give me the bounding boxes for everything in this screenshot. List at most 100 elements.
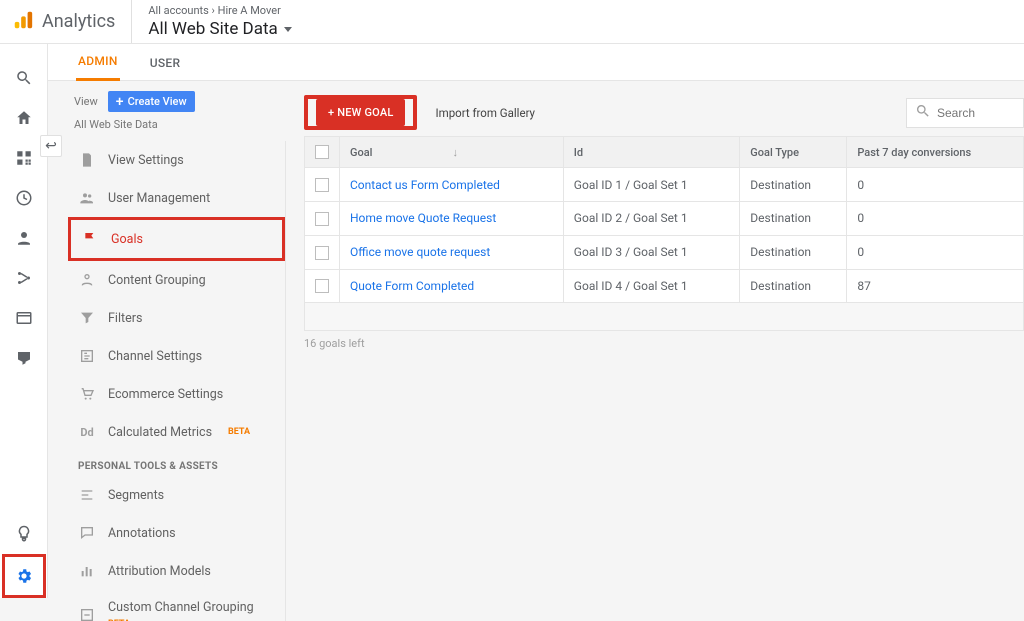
channel-icon <box>78 606 96 621</box>
goal-link[interactable]: Quote Form Completed <box>340 269 564 303</box>
search-icon <box>915 103 931 123</box>
table-row: Quote Form Completed Goal ID 4 / Goal Se… <box>305 269 1024 303</box>
menu-ecommerce-settings[interactable]: Ecommerce Settings <box>68 375 285 413</box>
tab-admin[interactable]: ADMIN <box>76 44 120 81</box>
search-input[interactable] <box>937 106 1017 120</box>
tab-user[interactable]: USER <box>148 46 183 80</box>
channel-icon <box>78 347 96 365</box>
nav-behavior[interactable] <box>0 298 48 338</box>
create-view-button[interactable]: + Create View <box>108 91 195 112</box>
col-id[interactable]: Id <box>563 137 740 168</box>
goal-id: Goal ID 3 / Goal Set 1 <box>563 235 740 269</box>
menu-label: Goals <box>111 232 143 247</box>
new-goal-button[interactable]: + NEW GOAL <box>316 99 405 126</box>
breadcrumb-accounts[interactable]: All accounts <box>148 4 208 17</box>
menu-filters[interactable]: Filters <box>68 299 285 337</box>
menu-view-settings[interactable]: View Settings <box>68 141 285 179</box>
import-from-gallery-link[interactable]: Import from Gallery <box>435 106 535 120</box>
menu-label: User Management <box>108 191 210 206</box>
goal-type: Destination <box>740 201 847 235</box>
menu-channel-settings[interactable]: Channel Settings <box>68 337 285 375</box>
table-row: Contact us Form Completed Goal ID 1 / Go… <box>305 168 1024 202</box>
row-checkbox[interactable] <box>315 246 329 260</box>
goal-conversions: 0 <box>847 168 1024 202</box>
select-all-checkbox[interactable] <box>315 145 329 159</box>
row-checkbox[interactable] <box>315 212 329 226</box>
menu-label: Attribution Models <box>108 564 211 579</box>
goal-id: Goal ID 2 / Goal Set 1 <box>563 201 740 235</box>
menu-calculated-metrics[interactable]: Dd Calculated Metrics BETA <box>68 413 285 451</box>
goal-conversions: 87 <box>847 269 1024 303</box>
goal-id: Goal ID 4 / Goal Set 1 <box>563 269 740 303</box>
menu-label: View Settings <box>108 153 184 168</box>
goal-type: Destination <box>740 269 847 303</box>
goal-conversions: 0 <box>847 201 1024 235</box>
nav-admin[interactable] <box>7 559 41 593</box>
menu-user-management[interactable]: User Management <box>68 179 285 217</box>
flag-icon <box>81 230 99 248</box>
table-row: Office move quote request Goal ID 3 / Go… <box>305 235 1024 269</box>
bars-icon <box>78 562 96 580</box>
product-logo[interactable]: Analytics <box>12 0 132 43</box>
menu-label: Annotations <box>108 526 176 541</box>
menu-label: Custom Channel Grouping <box>108 600 254 615</box>
nav-conversions[interactable] <box>0 338 48 378</box>
menu-content-grouping[interactable]: Content Grouping <box>68 261 285 299</box>
breadcrumb-property[interactable]: Hire A Mover <box>218 4 281 17</box>
row-checkbox[interactable] <box>315 279 329 293</box>
menu-label: Calculated Metrics <box>108 425 212 440</box>
menu-attribution-models[interactable]: Attribution Models <box>68 552 285 590</box>
goal-link[interactable]: Home move Quote Request <box>340 201 564 235</box>
goal-conversions: 0 <box>847 235 1024 269</box>
nav-admin-highlight <box>2 554 46 598</box>
analytics-logo-icon <box>12 9 34 35</box>
table-row: Home move Quote Request Goal ID 2 / Goal… <box>305 201 1024 235</box>
col-goal[interactable]: Goal↓ <box>340 137 564 168</box>
nav-home[interactable] <box>0 98 48 138</box>
content: ADMIN USER ↩ View + Create View All Web … <box>48 44 1024 598</box>
menu-label: Channel Settings <box>108 349 202 364</box>
goals-panel: + NEW GOAL Import from Gallery Goal↓ Id <box>286 91 1024 621</box>
document-icon <box>78 151 96 169</box>
col-type[interactable]: Goal Type <box>740 137 847 168</box>
nav-realtime[interactable] <box>0 178 48 218</box>
collapse-handle[interactable]: ↩ <box>40 135 62 157</box>
product-name: Analytics <box>42 11 115 32</box>
menu-custom-channel-grouping[interactable]: Custom Channel Grouping BETA <box>68 590 285 621</box>
menu-annotations[interactable]: Annotations <box>68 514 285 552</box>
search-box[interactable] <box>906 98 1024 128</box>
row-checkbox[interactable] <box>315 178 329 192</box>
top-header: Analytics All accounts › Hire A Mover Al… <box>0 0 1024 44</box>
view-selector-label: All Web Site Data <box>148 19 277 39</box>
caret-down-icon <box>284 27 292 32</box>
goal-link[interactable]: Contact us Form Completed <box>340 168 564 202</box>
nav-audience[interactable] <box>0 218 48 258</box>
segments-icon <box>78 486 96 504</box>
col-conversions[interactable]: Past 7 day conversions <box>847 137 1024 168</box>
people-icon <box>78 189 96 207</box>
table-filler-row <box>305 303 1024 331</box>
nav-search[interactable] <box>0 58 48 98</box>
nav-discover[interactable] <box>0 514 48 554</box>
sort-indicator-icon: ↓ <box>452 146 458 159</box>
menu-label: Ecommerce Settings <box>108 387 223 402</box>
view-label: View <box>74 95 98 108</box>
current-view-name[interactable]: All Web Site Data <box>68 118 286 131</box>
view-settings-column: ↩ View + Create View All Web Site Data V… <box>68 91 286 621</box>
menu-goals[interactable]: Goals <box>68 217 285 261</box>
plus-icon: + <box>116 97 124 107</box>
left-icon-nav <box>0 44 48 598</box>
goals-remaining: 16 goals left <box>304 337 1024 350</box>
speech-icon <box>78 524 96 542</box>
admin-tabs: ADMIN USER <box>48 44 1024 81</box>
goal-type: Destination <box>740 168 847 202</box>
view-menu: View Settings User Management Goals Cont… <box>68 141 286 621</box>
funnel-icon <box>78 309 96 327</box>
menu-segments[interactable]: Segments <box>68 476 285 514</box>
panel-area: ↩ View + Create View All Web Site Data V… <box>48 81 1024 621</box>
goal-type: Destination <box>740 235 847 269</box>
goal-link[interactable]: Office move quote request <box>340 235 564 269</box>
main: ADMIN USER ↩ View + Create View All Web … <box>0 44 1024 598</box>
view-selector[interactable]: All Web Site Data <box>148 19 291 39</box>
nav-acquisition[interactable] <box>0 258 48 298</box>
